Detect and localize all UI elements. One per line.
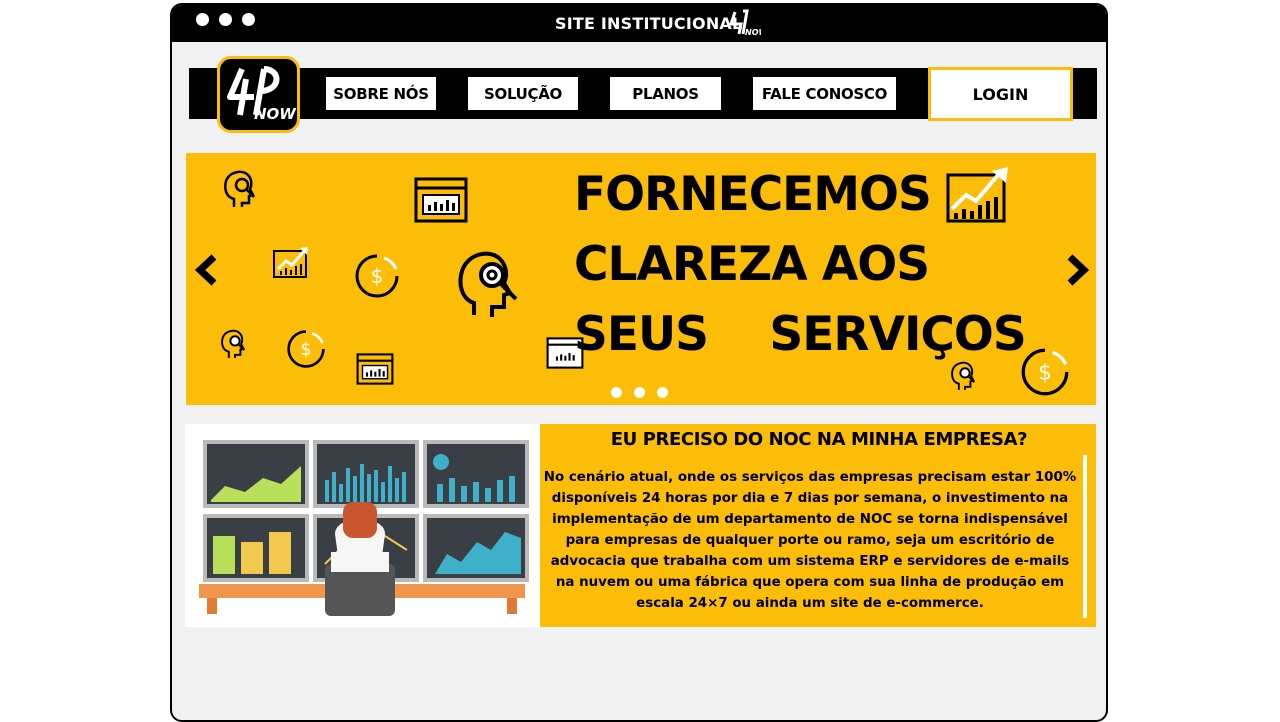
carousel-indicator[interactable] bbox=[611, 387, 622, 398]
head-search-icon bbox=[458, 251, 518, 317]
title-bar: SITE INSTITUCIONAL NOW bbox=[172, 5, 1106, 42]
info-title: EU PRECISO DO NOC NA MINHA EMPRESA? bbox=[610, 429, 1028, 450]
nav-solucao[interactable]: SOLUÇÃO bbox=[468, 77, 578, 110]
info-paragraph: No cenário atual, onde os serviços das e… bbox=[543, 470, 1077, 611]
site-logo[interactable]: NOW bbox=[217, 56, 300, 133]
chevron-left-icon[interactable] bbox=[192, 253, 220, 287]
carousel-indicator[interactable] bbox=[634, 387, 645, 398]
head-search-icon bbox=[221, 329, 245, 358]
banner-headline-line: SEUS SERVIÇOS bbox=[574, 307, 1027, 362]
brand-logo-icon: NOW bbox=[729, 9, 761, 37]
noc-monitoring-illustration bbox=[185, 424, 540, 627]
browser-window: SITE INSTITUCIONAL NOW NOW SOBRE NÓS SOL… bbox=[170, 3, 1108, 722]
carousel-indicator[interactable] bbox=[657, 387, 668, 398]
chevron-right-icon[interactable] bbox=[1064, 253, 1092, 287]
scrollbar[interactable] bbox=[1083, 455, 1087, 618]
info-section: EU PRECISO DO NOC NA MINHA EMPRESA? No c… bbox=[185, 424, 1096, 627]
window-control-dot[interactable] bbox=[219, 13, 232, 26]
window-control-dot[interactable] bbox=[242, 13, 255, 26]
nav-sobre-nos[interactable]: SOBRE NÓS bbox=[326, 77, 436, 110]
chart-window-icon bbox=[356, 353, 394, 385]
nav-planos[interactable]: PLANOS bbox=[610, 77, 721, 110]
growth-chart-icon bbox=[273, 247, 308, 278]
head-search-icon bbox=[224, 170, 255, 207]
banner-headline-line: FORNECEMOS bbox=[574, 167, 932, 222]
svg-text:$: $ bbox=[300, 340, 311, 360]
growth-chart-icon bbox=[946, 167, 1008, 223]
window-title: SITE INSTITUCIONAL bbox=[555, 14, 743, 33]
svg-text:NOW: NOW bbox=[254, 105, 297, 123]
head-search-icon bbox=[951, 361, 975, 390]
dollar-coin-icon: $ bbox=[1021, 348, 1069, 396]
svg-text:$: $ bbox=[1038, 361, 1052, 386]
logo-subtext: NOW bbox=[745, 28, 761, 37]
hero-carousel: $ $ $ FORNECEMOS CLAREZA AOS SEUS SERVIÇ… bbox=[186, 153, 1096, 405]
svg-text:$: $ bbox=[371, 264, 384, 288]
dollar-coin-icon: $ bbox=[287, 330, 325, 368]
window-control-dot[interactable] bbox=[196, 13, 209, 26]
nav-fale-conosco[interactable]: FALE CONOSCO bbox=[753, 77, 896, 110]
login-button[interactable]: LOGIN bbox=[928, 67, 1073, 121]
brand-logo-icon: NOW bbox=[227, 66, 297, 123]
chart-window-icon bbox=[414, 177, 468, 223]
banner-headline-line: CLAREZA AOS bbox=[574, 237, 930, 292]
dollar-coin-icon: $ bbox=[355, 254, 399, 298]
